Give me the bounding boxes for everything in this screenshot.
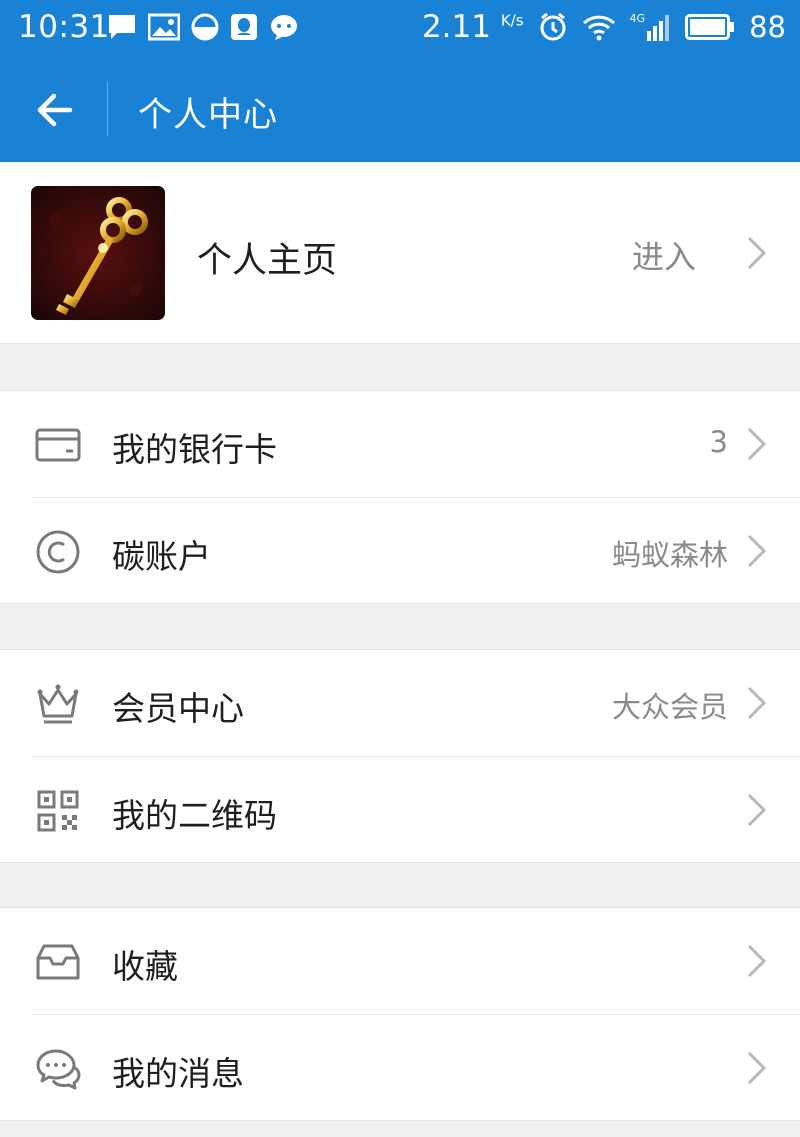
bank-card-icon [35, 428, 81, 462]
notification-icons [107, 13, 299, 41]
status-right: 2.11 K/s 4G 88 [422, 9, 786, 45]
qq-icon [231, 14, 257, 40]
chevron-right-icon [747, 534, 767, 568]
qr-code-label: 我的二维码 [112, 796, 277, 835]
wechat-icon [271, 15, 297, 40]
qr-code-icon [37, 790, 79, 832]
copyright-c-icon [36, 530, 80, 574]
image-icon [148, 13, 180, 41]
chevron-right-icon [747, 793, 767, 827]
wifi-icon [582, 15, 615, 41]
carbon-account-value: 蚂蚁森林 [611, 538, 728, 572]
membership-level: 大众会员 [611, 690, 728, 724]
app-bar-divider [107, 82, 108, 136]
crown-icon [37, 684, 79, 724]
chevron-right-icon [747, 686, 767, 720]
network-speed: 2.11 K/s [421, 9, 524, 45]
inbox-tray-icon [36, 944, 80, 980]
chevron-right-icon [747, 236, 767, 270]
half-circle-icon [191, 13, 219, 41]
chevron-right-icon [747, 1051, 767, 1085]
messages-label: 我的消息 [112, 1054, 244, 1093]
profile-homepage-label: 个人主页 [197, 241, 338, 281]
carbon-account-row[interactable]: 碳账户 蚂蚁森林 [31, 497, 800, 603]
menu-group-3: 收藏 我的消息 [0, 907, 800, 1121]
page-title: 个人中心 [138, 95, 278, 135]
bank-cards-row[interactable]: 我的银行卡 3 [0, 391, 800, 497]
profile-homepage-row[interactable]: 个人主页 进入 [0, 162, 800, 344]
favorites-label: 收藏 [112, 947, 178, 986]
signal-icon: 4G [630, 13, 672, 41]
carbon-account-label: 碳账户 [112, 537, 211, 576]
avatar[interactable] [31, 186, 165, 320]
back-arrow-icon [37, 93, 73, 127]
status-bar: 10:31 2.11 K/s 4G 88 [0, 0, 800, 58]
membership-center-row[interactable]: 会员中心 大众会员 [0, 650, 800, 756]
menu-group-1: 我的银行卡 3 碳账户 蚂蚁森林 [0, 390, 800, 604]
chevron-right-icon [747, 427, 767, 461]
battery-icon [685, 14, 735, 40]
chat-bubbles-icon [36, 1049, 81, 1090]
status-time: 10:31 [18, 9, 110, 45]
favorites-row[interactable]: 收藏 [0, 908, 800, 1014]
profile-enter-label: 进入 [631, 238, 696, 276]
messages-row[interactable]: 我的消息 [31, 1014, 800, 1120]
battery-level: 88 [749, 10, 786, 44]
chevron-right-icon [747, 944, 767, 978]
message-icon [109, 15, 135, 39]
bank-cards-label: 我的银行卡 [112, 430, 277, 469]
qr-code-row[interactable]: 我的二维码 [31, 756, 800, 862]
alarm-icon [540, 12, 566, 41]
app-bar: 个人中心 [0, 58, 800, 162]
membership-center-label: 会员中心 [112, 689, 244, 728]
bank-cards-count: 3 [709, 425, 728, 459]
menu-group-2: 会员中心 大众会员 我的二维码 [0, 649, 800, 863]
back-button[interactable] [26, 86, 82, 134]
